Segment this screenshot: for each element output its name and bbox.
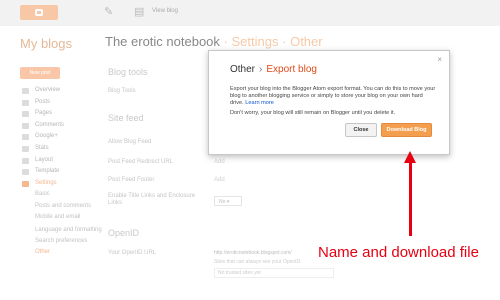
- section-openid: OpenID: [108, 228, 140, 238]
- layout-icon: [22, 157, 29, 164]
- download-blog-button[interactable]: Download Blog: [381, 123, 432, 137]
- close-button[interactable]: Close: [345, 123, 377, 137]
- sidebar-sub-language[interactable]: Language and formatting: [22, 224, 102, 236]
- breadcrumb-settings[interactable]: Settings: [232, 34, 279, 49]
- posts-icon: [22, 99, 29, 106]
- breadcrumb-separator: ·: [282, 34, 287, 49]
- page-title: The erotic notebook · Settings · Other: [105, 34, 323, 49]
- enclosure-select[interactable]: No ▾: [214, 196, 242, 206]
- section-blog-tools: Blog tools: [108, 67, 148, 77]
- feed-footer-label: Post Feed Footer: [108, 177, 155, 183]
- learn-more-link[interactable]: Learn more: [245, 100, 274, 106]
- top-bar: ✎ ▤ View blog: [0, 0, 500, 26]
- sidebar-item-google-plus[interactable]: Google+: [22, 131, 102, 143]
- document-icon[interactable]: ▤: [134, 6, 144, 18]
- blogger-logo[interactable]: [20, 5, 58, 20]
- redirect-url-label: Post Feed Redirect URL: [108, 159, 174, 165]
- allow-blog-feed-label[interactable]: Allow Blog Feed: [108, 139, 151, 145]
- template-icon: [22, 169, 29, 176]
- sidebar-item-settings[interactable]: Settings: [22, 178, 102, 190]
- footer-add-link[interactable]: Add: [214, 177, 225, 183]
- export-blog-dialog: × Other › Export blog Export your blog int…: [208, 50, 450, 155]
- home-icon: [22, 88, 29, 94]
- enclosure-links-label: Enable Title Links and Enclosure Links: [108, 193, 196, 206]
- sidebar-item-pages[interactable]: Pages: [22, 108, 102, 120]
- arrow-shaft: [409, 160, 412, 236]
- sidebar-sub-other[interactable]: Other: [22, 247, 102, 258]
- sidebar-item-stats[interactable]: Stats: [22, 143, 102, 155]
- sidebar-sub-mobile-email[interactable]: Mobile and email: [22, 212, 102, 223]
- sidebar-sub-posts-comments[interactable]: Posts and comments: [22, 201, 102, 212]
- dialog-note: Don't worry, your blog will still remain…: [230, 110, 396, 116]
- pages-icon: [22, 111, 29, 118]
- google-plus-icon: [22, 134, 29, 141]
- breadcrumb-separator: ·: [223, 34, 228, 49]
- comments-icon: [22, 122, 29, 129]
- annotation-text: Name and download file: [318, 244, 479, 261]
- view-blog-link[interactable]: View blog: [152, 8, 178, 14]
- openid-url-label: Your OpenID URL: [108, 250, 157, 256]
- wrench-icon: [22, 180, 29, 187]
- dialog-description: Export your blog into the Blogger Atom e…: [230, 86, 436, 107]
- stats-icon: [22, 145, 29, 152]
- sidebar-item-overview[interactable]: Overview: [22, 85, 102, 97]
- close-icon[interactable]: ×: [437, 55, 442, 64]
- openid-note: Sites that can always see your OpenID:: [214, 259, 302, 265]
- breadcrumb-other: Other: [290, 34, 323, 49]
- dialog-breadcrumb-other: Other: [230, 64, 256, 75]
- chevron-right-icon: ›: [259, 64, 263, 75]
- my-blogs-link[interactable]: My blogs: [20, 36, 72, 51]
- dialog-title-export: Export blog: [266, 64, 317, 75]
- new-post-button[interactable]: New post: [20, 67, 60, 79]
- pencil-icon[interactable]: ✎: [104, 6, 113, 18]
- dialog-title: Other › Export blog: [230, 64, 317, 75]
- sidebar-sub-search[interactable]: Search preferences: [22, 236, 102, 247]
- sidebar-item-posts[interactable]: Posts: [22, 97, 102, 109]
- sidebar-sub-basic[interactable]: Basic: [22, 189, 102, 200]
- blog-tools-label[interactable]: Blog Tools: [108, 88, 136, 94]
- section-site-feed: Site feed: [108, 113, 144, 123]
- blog-name[interactable]: The erotic notebook: [105, 34, 220, 49]
- sidebar-item-template[interactable]: Template: [22, 166, 102, 178]
- sidebar-item-layout[interactable]: Layout: [22, 155, 102, 167]
- sidebar-item-comments[interactable]: Comments: [22, 120, 102, 132]
- trusted-sites-box: No trusted sites yet: [214, 268, 334, 278]
- sidebar: Overview Posts Pages Comments Google+ St…: [22, 85, 102, 258]
- openid-url: http://eroticnotebook.blogspot.com/: [214, 250, 292, 256]
- redirect-add-link[interactable]: Add: [214, 159, 225, 165]
